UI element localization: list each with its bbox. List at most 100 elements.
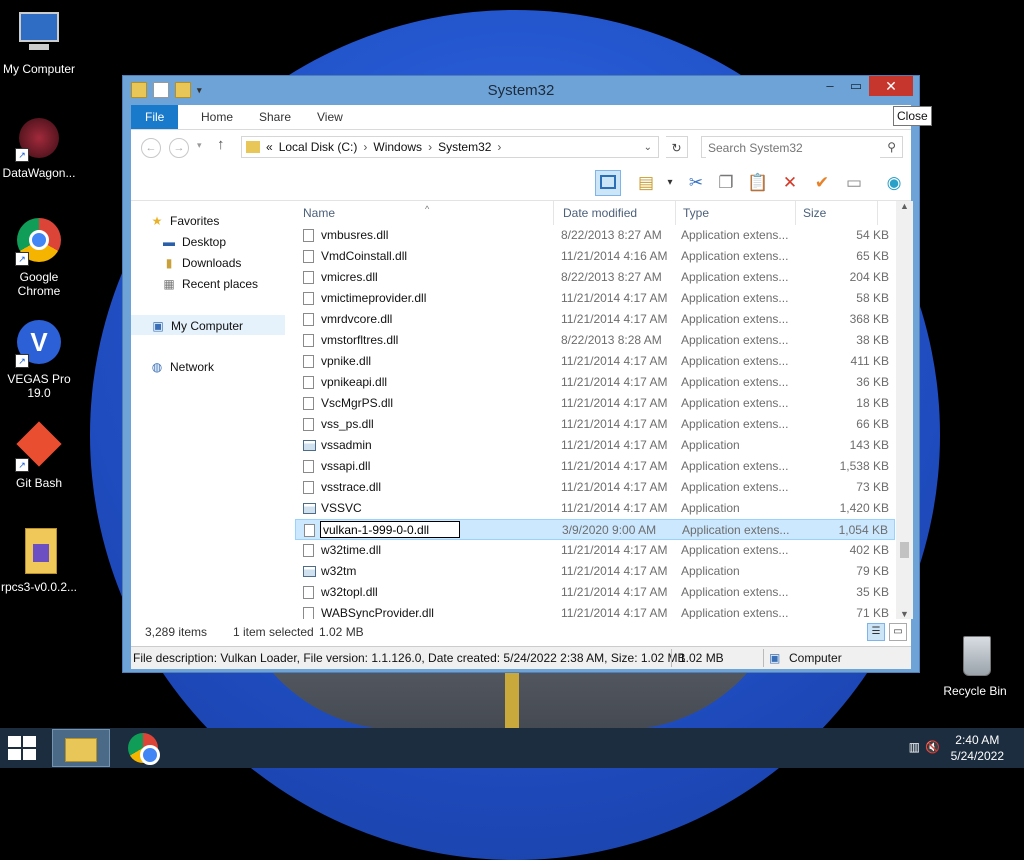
dll-file-icon — [303, 586, 314, 599]
chevron-right-icon[interactable]: › — [428, 140, 432, 154]
close-button[interactable]: ✕ — [869, 76, 913, 96]
recent-places-icon: ▦ — [163, 277, 175, 291]
folder-options-button[interactable]: ▤ — [633, 170, 659, 196]
refresh-button[interactable]: ↻ — [666, 136, 688, 158]
globe-icon[interactable]: ◉ — [881, 170, 907, 196]
desktop-icon-label: Recycle Bin — [943, 684, 1007, 698]
column-header-type[interactable]: Type — [679, 201, 791, 225]
tab-view[interactable]: View — [303, 105, 357, 129]
tab-file[interactable]: File — [131, 105, 179, 129]
file-name: vpnikeapi.dll — [321, 375, 388, 389]
nav-recent-places[interactable]: ▦ Recent places — [161, 274, 258, 294]
delete-icon[interactable]: ✕ — [777, 170, 803, 196]
table-row[interactable]: vssadmin 11/21/2014 4:17 AM Application 143… — [295, 435, 895, 456]
taskbar-chrome[interactable] — [114, 729, 172, 767]
scroll-down-icon[interactable]: ▼ — [896, 609, 913, 619]
file-name: vss_ps.dll — [321, 417, 374, 431]
forward-button[interactable]: → — [169, 138, 189, 158]
rename-input[interactable]: vulkan-1-999-0-0.dll — [320, 521, 460, 538]
desktop-icon-my-computer[interactable]: My Computer — [0, 10, 78, 76]
column-header-size[interactable]: Size — [799, 201, 879, 225]
chevron-right-icon[interactable]: › — [497, 140, 501, 154]
desktop-icon-rpcs3[interactable]: rpcs3-v0.0.2... — [0, 528, 78, 594]
desktop-icon-vegas-pro[interactable]: V ↗ VEGAS Pro 19.0 — [0, 320, 78, 400]
desktop-icon-google-chrome[interactable]: ↗ Google Chrome — [0, 216, 78, 298]
chevron-down-icon[interactable]: ⌄ — [644, 142, 652, 153]
column-header-name[interactable]: Name ^ — [299, 201, 553, 225]
table-row[interactable]: VSSVC 11/21/2014 4:17 AM Application 1,420 … — [295, 498, 895, 519]
nav-desktop[interactable]: ▬ Desktop — [161, 232, 226, 252]
search-box[interactable]: ⚲ — [701, 136, 903, 158]
desktop-icon-git-bash[interactable]: ↗ Git Bash — [0, 421, 78, 490]
maximize-button[interactable]: ▭ — [843, 76, 869, 96]
search-input[interactable] — [706, 138, 880, 158]
table-row[interactable]: w32tm 11/21/2014 4:17 AM Application 79 KB — [295, 561, 895, 582]
clock[interactable]: 2:40 AM 5/24/2022 — [951, 732, 1004, 764]
table-row[interactable]: vssapi.dll 11/21/2014 4:17 AM Application … — [295, 456, 895, 477]
table-row[interactable]: vmictimeprovider.dll 11/21/2014 4:17 AM Ap… — [295, 288, 895, 309]
table-row[interactable]: vmstorfltres.dll 8/22/2013 8:28 AM Applica… — [295, 330, 895, 351]
file-type: Application extens... — [681, 312, 789, 326]
file-type: Application — [681, 501, 740, 515]
column-header-date[interactable]: Date modified — [559, 201, 671, 225]
table-row[interactable]: vpnike.dll 11/21/2014 4:17 AM Application … — [295, 351, 895, 372]
network-icon[interactable]: ▥ — [909, 740, 920, 754]
recent-locations-icon[interactable]: ▾ — [197, 140, 202, 151]
ribbon-tabs: File Home Share View ⌄ — [131, 105, 911, 130]
large-icons-view-button[interactable]: ▭ — [889, 623, 907, 641]
table-row[interactable]: VmdCoinstall.dll 11/21/2014 4:16 AM Applic… — [295, 246, 895, 267]
file-type: Application extens... — [681, 606, 789, 619]
volume-muted-icon[interactable]: 🔇 — [925, 740, 940, 754]
table-row[interactable]: vss_ps.dll 11/21/2014 4:17 AM Application … — [295, 414, 895, 435]
table-row[interactable]: w32time.dll 11/21/2014 4:17 AM Application… — [295, 540, 895, 561]
file-date: 11/21/2014 4:17 AM — [561, 417, 668, 431]
cut-icon[interactable]: ✂ — [683, 170, 709, 196]
title-bar[interactable]: ▾ System32 – ▭ ✕ — [123, 76, 919, 104]
table-row[interactable]: w32topl.dll 11/21/2014 4:17 AM Application… — [295, 582, 895, 603]
file-size: 66 KB — [856, 417, 889, 431]
dll-file-icon — [303, 334, 314, 347]
file-size: 1,420 KB — [839, 501, 889, 515]
file-date: 11/21/2014 4:16 AM — [561, 249, 668, 263]
details-view-button[interactable]: ☰ — [867, 623, 885, 641]
up-button[interactable]: ↑ — [217, 136, 225, 153]
table-row[interactable]: vpnikeapi.dll 11/21/2014 4:17 AM Applicati… — [295, 372, 895, 393]
nav-network[interactable]: ◍ Network — [149, 357, 214, 377]
desktop-icon-recycle-bin[interactable]: Recycle Bin — [936, 632, 1014, 698]
desktop-icon-datawagon[interactable]: ↗ DataWagon... — [0, 114, 78, 180]
table-row[interactable]: vsstrace.dll 11/21/2014 4:17 AM Applicatio… — [295, 477, 895, 498]
scrollbar-thumb[interactable] — [900, 542, 909, 558]
address-field[interactable]: « Local Disk (C:) › Windows › System32 ›… — [241, 136, 659, 158]
preview-pane-button[interactable] — [595, 170, 621, 196]
chevron-right-icon[interactable]: › — [363, 140, 367, 154]
tab-home[interactable]: Home — [187, 105, 247, 129]
vertical-scrollbar[interactable]: ▲ ▼ — [896, 201, 913, 619]
file-size: 35 KB — [856, 585, 889, 599]
breadcrumb-windows[interactable]: Windows — [373, 140, 422, 154]
copy-icon[interactable]: ❐ — [713, 170, 739, 196]
file-type: Application — [681, 438, 740, 452]
table-row[interactable]: vmicres.dll 8/22/2013 8:27 AM Application … — [295, 267, 895, 288]
breadcrumb-local-disk[interactable]: Local Disk (C:) — [279, 140, 358, 154]
nav-my-computer[interactable]: ▣ My Computer — [131, 315, 285, 335]
checkmark-icon[interactable]: ✔ — [809, 170, 835, 196]
computer-icon: ▣ — [152, 319, 164, 333]
minimize-button[interactable]: – — [817, 76, 843, 96]
table-row[interactable]: vmrdvcore.dll 11/21/2014 4:17 AM Applicati… — [295, 309, 895, 330]
nav-downloads[interactable]: ▮ Downloads — [161, 253, 242, 273]
breadcrumb-system32[interactable]: System32 — [438, 140, 491, 154]
back-button[interactable]: ← — [141, 138, 161, 158]
paste-icon[interactable]: 📋 — [745, 170, 771, 196]
rename-icon[interactable]: ▭ — [841, 170, 867, 196]
table-row[interactable]: vmbusres.dll 8/22/2013 8:27 AM Application… — [295, 225, 895, 246]
table-row[interactable]: WABSyncProvider.dll 11/21/2014 4:17 AM App… — [295, 603, 895, 619]
scroll-up-icon[interactable]: ▲ — [896, 201, 913, 211]
breadcrumb-overflow[interactable]: « — [266, 140, 273, 154]
chevron-down-icon[interactable]: ▾ — [657, 170, 683, 196]
tab-share[interactable]: Share — [245, 105, 305, 129]
start-button[interactable] — [8, 736, 38, 760]
table-row[interactable]: VscMgrPS.dll 11/21/2014 4:17 AM Applicatio… — [295, 393, 895, 414]
table-row-selected[interactable]: vulkan-1-999-0-0.dll 3/9/2020 9:00 AM Appl… — [295, 519, 895, 540]
nav-favorites[interactable]: ★ Favorites — [149, 211, 220, 231]
taskbar-file-explorer[interactable] — [52, 729, 110, 767]
